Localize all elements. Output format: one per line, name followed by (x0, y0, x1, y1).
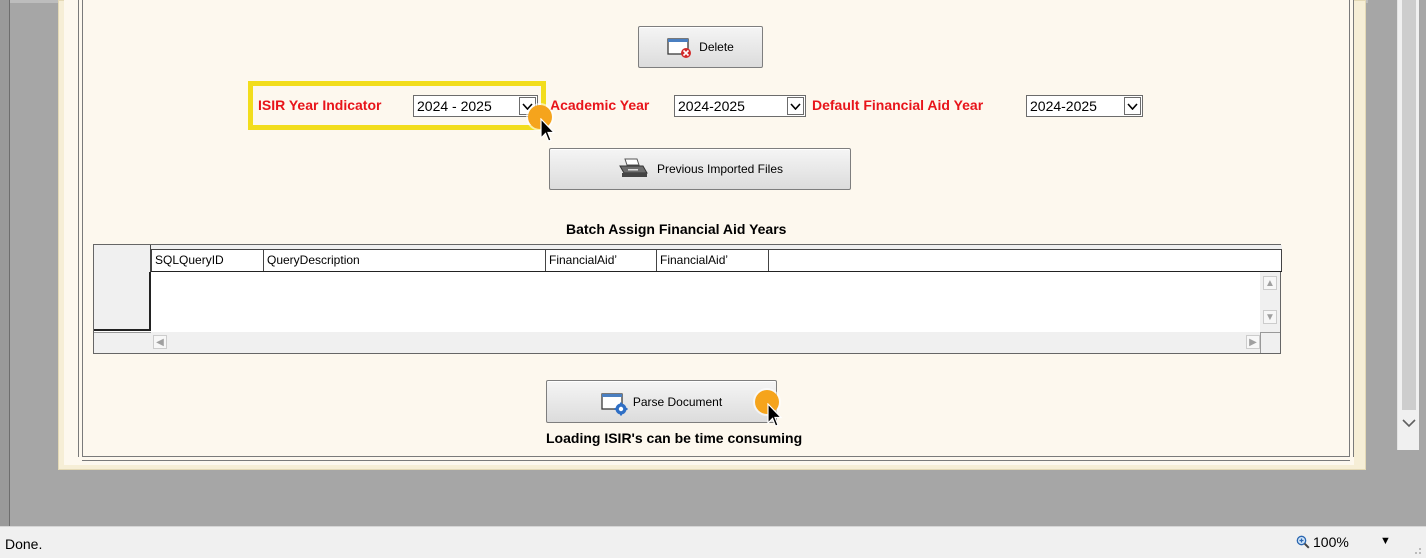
zoom-dropdown-icon[interactable]: ▼ (1380, 535, 1391, 547)
zoom-control[interactable]: 100% (1296, 534, 1349, 550)
chevron-down-icon[interactable] (787, 97, 804, 115)
default-fa-year-value: 2024-2025 (1030, 98, 1097, 114)
column-header-financialaid-1[interactable]: FinancialAidʼ (545, 249, 656, 271)
parse-document-button[interactable]: Parse Document (546, 380, 777, 423)
mouse-pointer-icon (540, 118, 556, 142)
grid-header-row: SQLQueryID QueryDescription FinancialAid… (94, 245, 1282, 272)
isir-year-value: 2024 - 2025 (417, 98, 492, 114)
grid-corner-cell (94, 245, 151, 272)
scroll-up-icon[interactable]: ▲ (1263, 276, 1277, 290)
loading-note: Loading ISIR's can be time consuming (546, 430, 803, 446)
column-header-filler (768, 249, 1282, 271)
window-left-edge (0, 0, 10, 526)
grid-title: Batch Assign Financial Aid Years (566, 221, 787, 237)
scroll-right-icon[interactable]: ▶ (1246, 335, 1260, 349)
form-vertical-scrollbar[interactable] (1397, 0, 1419, 450)
row-selector[interactable] (94, 272, 151, 331)
default-fa-year-label: Default Financial Aid Year (812, 97, 984, 113)
zoom-level: 100% (1313, 534, 1349, 550)
previous-imported-files-button[interactable]: Previous Imported Files (549, 148, 851, 190)
default-fa-year-select[interactable]: 2024-2025 (1026, 95, 1143, 117)
isir-year-label: ISIR Year Indicator (258, 97, 382, 113)
grid-vertical-scrollbar[interactable]: ▲ ▼ (1260, 272, 1280, 334)
previous-imported-files-label: Previous Imported Files (656, 162, 784, 176)
chevron-down-icon[interactable] (1124, 97, 1141, 115)
academic-year-select[interactable]: 2024-2025 (674, 95, 806, 117)
zoom-icon (1296, 535, 1310, 549)
delete-window-icon (667, 37, 692, 58)
status-bar: Done. 100% ▼ (0, 526, 1426, 558)
academic-year-value: 2024-2025 (678, 98, 745, 114)
gear-window-icon (601, 392, 628, 415)
form-scroll-thumb[interactable] (1402, 0, 1416, 410)
isir-year-select[interactable]: 2024 - 2025 (413, 95, 538, 117)
grid-horizontal-scrollbar[interactable]: ◀ ▶ (151, 332, 1262, 353)
scroll-down-icon[interactable]: ▼ (1263, 310, 1277, 324)
grid-size-box (1260, 332, 1280, 353)
parse-document-label: Parse Document (632, 394, 723, 409)
batch-assign-grid[interactable]: SQLQueryID QueryDescription FinancialAid… (93, 244, 1282, 354)
status-text: Done. (5, 536, 43, 552)
mouse-pointer-icon (767, 403, 783, 427)
delete-button[interactable]: Delete (638, 26, 763, 68)
scroll-down-icon[interactable] (1401, 414, 1417, 434)
column-header-querydescription[interactable]: QueryDescription (263, 249, 545, 271)
resize-grip-icon[interactable] (1412, 545, 1422, 555)
printer-icon (617, 157, 649, 182)
delete-button-label: Delete (699, 40, 734, 54)
grid-bottom-left (94, 332, 151, 353)
column-header-financialaid-2[interactable]: FinancialAidʼ (656, 249, 768, 271)
column-header-sqlqueryid[interactable]: SQLQueryID (151, 249, 263, 271)
academic-year-label: Academic Year (550, 97, 650, 113)
scroll-left-icon[interactable]: ◀ (153, 335, 167, 349)
